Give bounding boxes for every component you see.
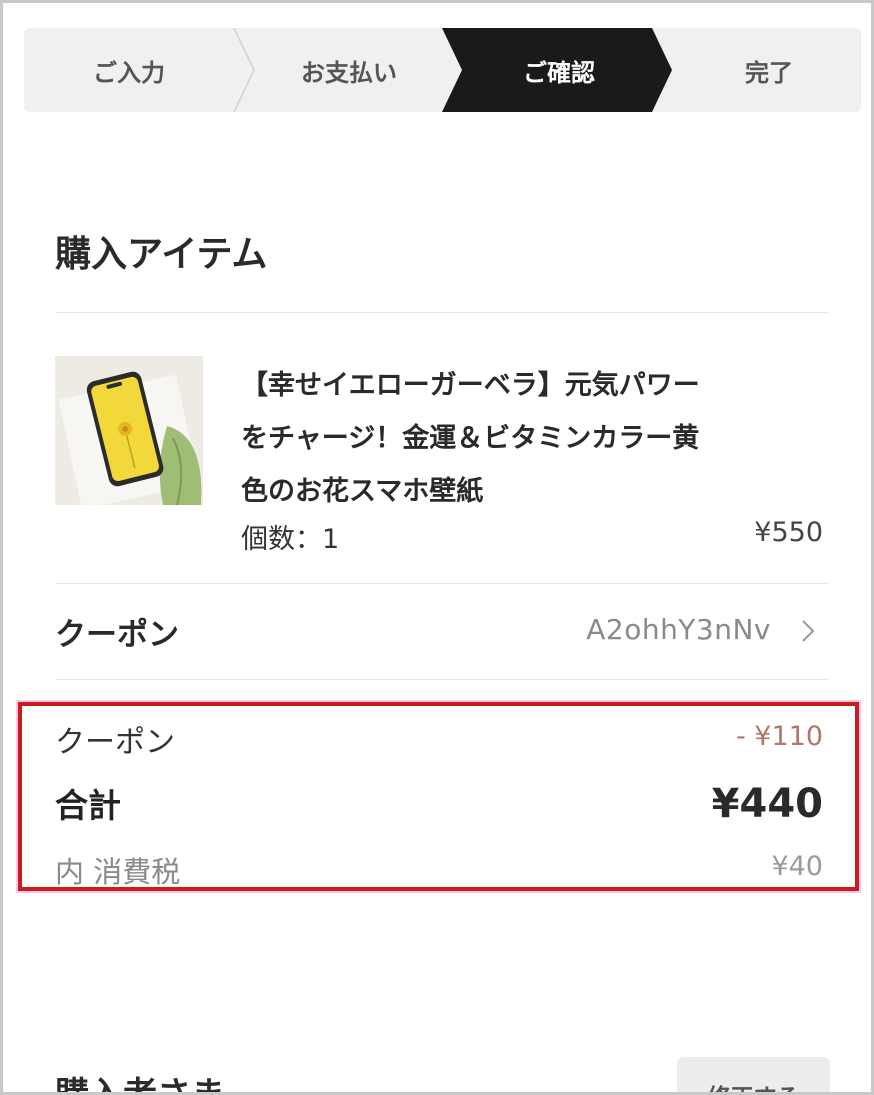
product-title[interactable]: 【幸せイエローガーベラ】元気パワー をチャージ！金運＆ビタミンカラー黄 色のお花… — [241, 359, 781, 518]
divider — [55, 583, 829, 584]
tax-label: 内 消費税 — [55, 855, 181, 889]
checkout-page: ご入力 お支払い ご確認 完了 購入アイテム 【幸せイエローガーベラ】元気パワー… — [0, 0, 874, 1095]
tax-value: ¥40 — [771, 851, 823, 882]
yellow-flower-phone-wallpaper-image — [55, 356, 203, 505]
step-complete-label: 完了 — [745, 58, 793, 87]
coupon-row-label: クーポン — [55, 617, 179, 653]
divider — [55, 312, 829, 313]
step-payment: お支払い — [244, 28, 454, 112]
product-title-line-1: 【幸せイエローガーベラ】元気パワー — [241, 370, 700, 401]
discount-value: - ¥110 — [735, 721, 823, 752]
chevron-right-icon[interactable] — [797, 615, 819, 647]
coupon-code: A2ohhY3nNv — [586, 613, 771, 646]
buyer-section-title: 購入者さま — [55, 1075, 225, 1095]
step-confirm-label: ご確認 — [523, 58, 595, 87]
total-value: ¥440 — [711, 781, 823, 827]
items-section-title: 購入アイテム — [55, 234, 268, 275]
step-payment-label: お支払い — [301, 58, 397, 87]
step-input-label: ご入力 — [93, 58, 165, 87]
step-complete: 完了 — [664, 28, 861, 112]
product-price: ¥550 — [754, 517, 823, 548]
total-label: 合計 — [55, 786, 121, 825]
product-quantity: 個数：1 — [241, 524, 340, 555]
checkout-stepper: ご入力 お支払い ご確認 完了 — [24, 28, 861, 112]
edit-buyer-button[interactable]: 修正する — [677, 1057, 830, 1092]
step-input: ご入力 — [24, 28, 234, 112]
product-thumbnail[interactable] — [55, 356, 203, 505]
discount-label: クーポン — [55, 725, 175, 760]
product-title-line-3: 色のお花スマホ壁紙 — [241, 476, 484, 507]
divider — [55, 679, 829, 680]
product-title-line-2: をチャージ！金運＆ビタミンカラー黄 — [241, 423, 700, 454]
step-confirm: ご確認 — [454, 28, 664, 112]
